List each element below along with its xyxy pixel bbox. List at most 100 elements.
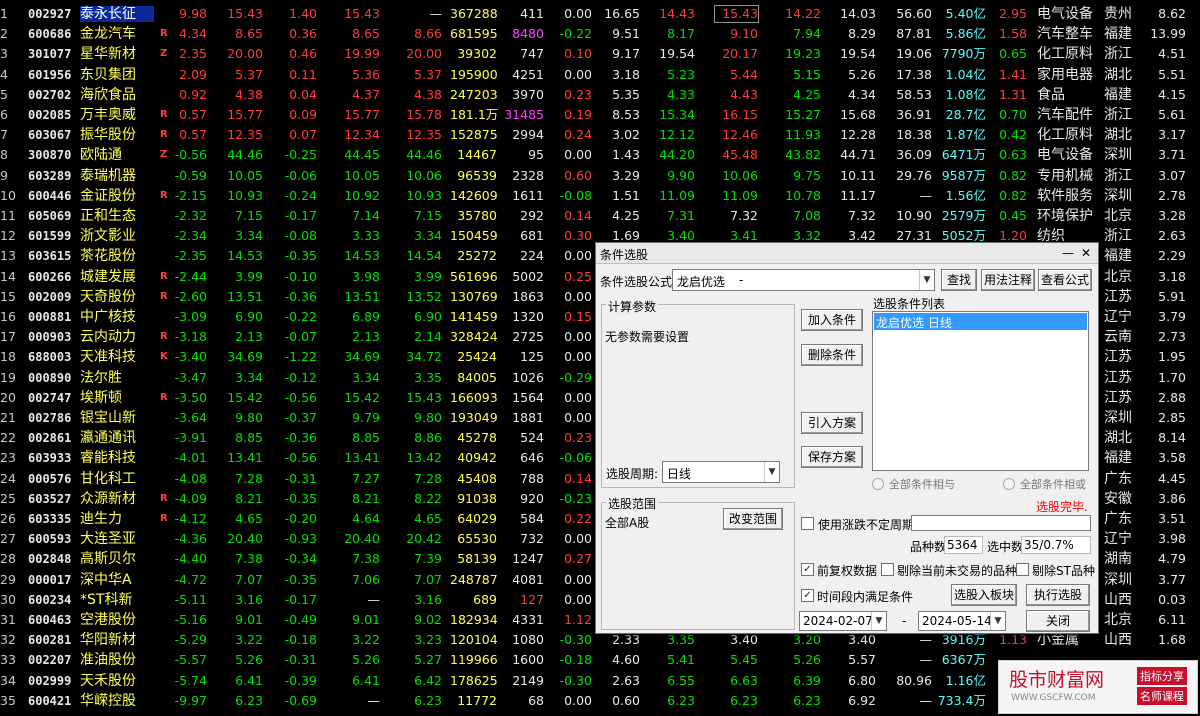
stock-name[interactable]: 迪生力: [80, 511, 154, 527]
radio-or[interactable]: [1003, 478, 1015, 490]
cell-vr: 0.65: [999, 46, 1027, 62]
uncertain-period-input[interactable]: [911, 515, 1091, 531]
change-range-button[interactable]: 改变范围: [723, 508, 783, 530]
stock-name[interactable]: 瀛通通讯: [80, 430, 154, 446]
cell-bid: 8.85: [352, 430, 380, 446]
cell-cur: 125: [520, 349, 544, 365]
stock-name[interactable]: 欧陆通: [80, 147, 154, 163]
table-row[interactable]: 2 600686 金龙汽车 R 4.34 8.65 0.36 8.65 8.66 681595 84…: [0, 24, 1200, 44]
stock-name[interactable]: 天准科技: [80, 349, 154, 365]
stock-name[interactable]: 金龙汽车: [80, 26, 154, 42]
stock-name[interactable]: 万丰奥威: [80, 107, 154, 123]
stock-name[interactable]: 海欣食品: [80, 87, 154, 103]
view-formula-button[interactable]: 查看公式: [1038, 269, 1092, 291]
adjust-checkbox[interactable]: ✓: [801, 563, 814, 576]
exclude-st-checkbox[interactable]: [1016, 563, 1029, 576]
execute-button[interactable]: 执行选股: [1026, 584, 1090, 606]
chevron-down-icon[interactable]: ▼: [919, 270, 934, 290]
stock-name[interactable]: 东贝集团: [80, 67, 154, 83]
stock-name[interactable]: 深中华A: [80, 572, 154, 588]
date-from-input[interactable]: 2024-02-07 ▼: [799, 611, 887, 631]
cell-price: 7.28: [235, 470, 263, 486]
add-to-board-button[interactable]: 选股入板块: [951, 584, 1017, 606]
radio-and[interactable]: [872, 478, 884, 490]
chevron-down-icon[interactable]: ▼: [764, 462, 779, 482]
table-row[interactable]: 4 601956 东贝集团 2.09 5.37 0.11 5.36 5.37 195900 425…: [0, 65, 1200, 85]
cell-reg: 浙江: [1104, 228, 1132, 245]
dialog-titlebar[interactable]: 条件选股 — ✕: [596, 243, 1098, 264]
status-text: 选股完毕.: [1036, 500, 1088, 514]
period-select[interactable]: 日线 ▼: [662, 461, 780, 483]
condition-list[interactable]: 龙启优选 日线: [872, 311, 1089, 471]
close-button[interactable]: 关闭: [1026, 610, 1090, 632]
stock-name[interactable]: 振华股份: [80, 127, 154, 143]
cell-bid: 6.41: [352, 672, 380, 688]
date-to-input[interactable]: 2024-05-14 ▼: [918, 611, 1006, 631]
usage-notes-button[interactable]: 用法注释: [981, 269, 1035, 291]
stock-name[interactable]: 准油股份: [80, 652, 154, 668]
stock-name[interactable]: 中广核技: [80, 309, 154, 325]
time-range-label: 时间段内满足条件: [817, 590, 914, 604]
formula-select[interactable]: 龙启优选 - ▼: [672, 269, 935, 291]
cell-bid: 12.34: [344, 127, 380, 143]
cell-vol: 120104: [450, 632, 498, 648]
stock-name[interactable]: 金证股份: [80, 188, 154, 204]
table-row[interactable]: 5 002702 海欣食品 0.92 4.38 0.04 4.37 4.38 247203 397…: [0, 85, 1200, 105]
cell-last: 4.79: [1158, 551, 1186, 567]
cell-pe: 36.09: [896, 147, 932, 163]
table-row[interactable]: 6 002085 万丰奥威 R 0.57 15.77 0.09 15.77 15.78 181.1…: [0, 105, 1200, 125]
row-index: 35: [0, 692, 16, 708]
cell-bid: 5.26: [352, 652, 380, 668]
table-row[interactable]: 3 301077 星华新材 Z 2.35 20.00 0.46 19.99 20.00 39302…: [0, 44, 1200, 64]
stock-name[interactable]: 大连圣亚: [80, 531, 154, 547]
stock-name[interactable]: 高斯贝尔: [80, 551, 154, 567]
table-row[interactable]: 9 603289 泰瑞机器 -0.59 10.05 -0.06 10.05 10.06 9653…: [0, 166, 1200, 186]
chevron-down-icon[interactable]: ▼: [871, 612, 886, 630]
cell-last: 1.95: [1158, 349, 1186, 365]
close-icon[interactable]: ✕: [1081, 246, 1091, 260]
stock-name[interactable]: 浙文影业: [80, 228, 154, 244]
minimize-icon[interactable]: —: [1062, 246, 1074, 260]
stock-name[interactable]: *ST科新: [80, 592, 154, 608]
stock-name[interactable]: 茶花股份: [80, 248, 154, 264]
table-row[interactable]: 1 002927 泰永长征 9.98 15.43 1.40 15.43 — 367288 411 0…: [0, 4, 1200, 24]
cell-cur: 5002: [512, 268, 544, 284]
stock-name[interactable]: 正和生态: [80, 208, 154, 224]
delete-condition-button[interactable]: 删除条件: [801, 344, 863, 366]
stock-name[interactable]: 睿能科技: [80, 450, 154, 466]
cell-bid: 9.79: [352, 410, 380, 425]
stock-name[interactable]: 华阳新材: [80, 632, 154, 648]
uncertain-period-checkbox[interactable]: [801, 517, 814, 530]
stock-name[interactable]: 星华新材: [80, 46, 154, 62]
condition-list-item[interactable]: 龙启优选 日线: [874, 313, 1087, 330]
chevron-down-icon[interactable]: ▼: [990, 612, 1005, 630]
exclude-untraded-checkbox[interactable]: [881, 563, 894, 576]
cell-amt: 1.04亿: [945, 66, 986, 82]
table-row[interactable]: 8 300870 欧陆通 Z -0.56 44.46 -0.25 44.45 44.46 1446…: [0, 145, 1200, 165]
cell-pct: 2.35: [179, 46, 207, 62]
stock-name[interactable]: 银宝山新: [80, 410, 154, 426]
stock-name[interactable]: 法尔胜: [80, 370, 154, 386]
stock-name[interactable]: 云内动力: [80, 329, 154, 345]
stock-name[interactable]: 泰瑞机器: [80, 168, 154, 184]
stock-name[interactable]: 众源新材: [80, 491, 154, 507]
table-row[interactable]: 7 603067 振华股份 R 0.57 12.35 0.07 12.34 12.35 15287…: [0, 125, 1200, 145]
cell-cur: 411: [520, 6, 544, 21]
find-button[interactable]: 查找: [941, 269, 977, 291]
import-scheme-button[interactable]: 引入方案: [801, 412, 863, 434]
stock-name[interactable]: 城建发展: [80, 269, 154, 285]
stock-name[interactable]: 埃斯顿: [80, 390, 154, 406]
time-range-checkbox[interactable]: ✓: [801, 589, 814, 602]
stock-name[interactable]: 泰永长征: [80, 6, 154, 22]
save-scheme-button[interactable]: 保存方案: [801, 446, 863, 468]
cell-vol: 166093: [450, 389, 498, 405]
table-row[interactable]: 10 600446 金证股份 R -2.15 10.93 -0.24 10.92 10.93 14…: [0, 186, 1200, 206]
table-row[interactable]: 11 605069 正和生态 -2.32 7.15 -0.17 7.14 7.15 35780 2…: [0, 206, 1200, 226]
stock-name[interactable]: 甘化科工: [80, 471, 154, 487]
stock-name[interactable]: 华嵘控股: [80, 693, 154, 709]
add-condition-button[interactable]: 加入条件: [801, 309, 863, 331]
cell-ask: 10.93: [406, 187, 442, 203]
stock-name[interactable]: 空港股份: [80, 612, 154, 628]
stock-name[interactable]: 天禾股份: [80, 673, 154, 689]
stock-name[interactable]: 天奇股份: [80, 289, 154, 305]
